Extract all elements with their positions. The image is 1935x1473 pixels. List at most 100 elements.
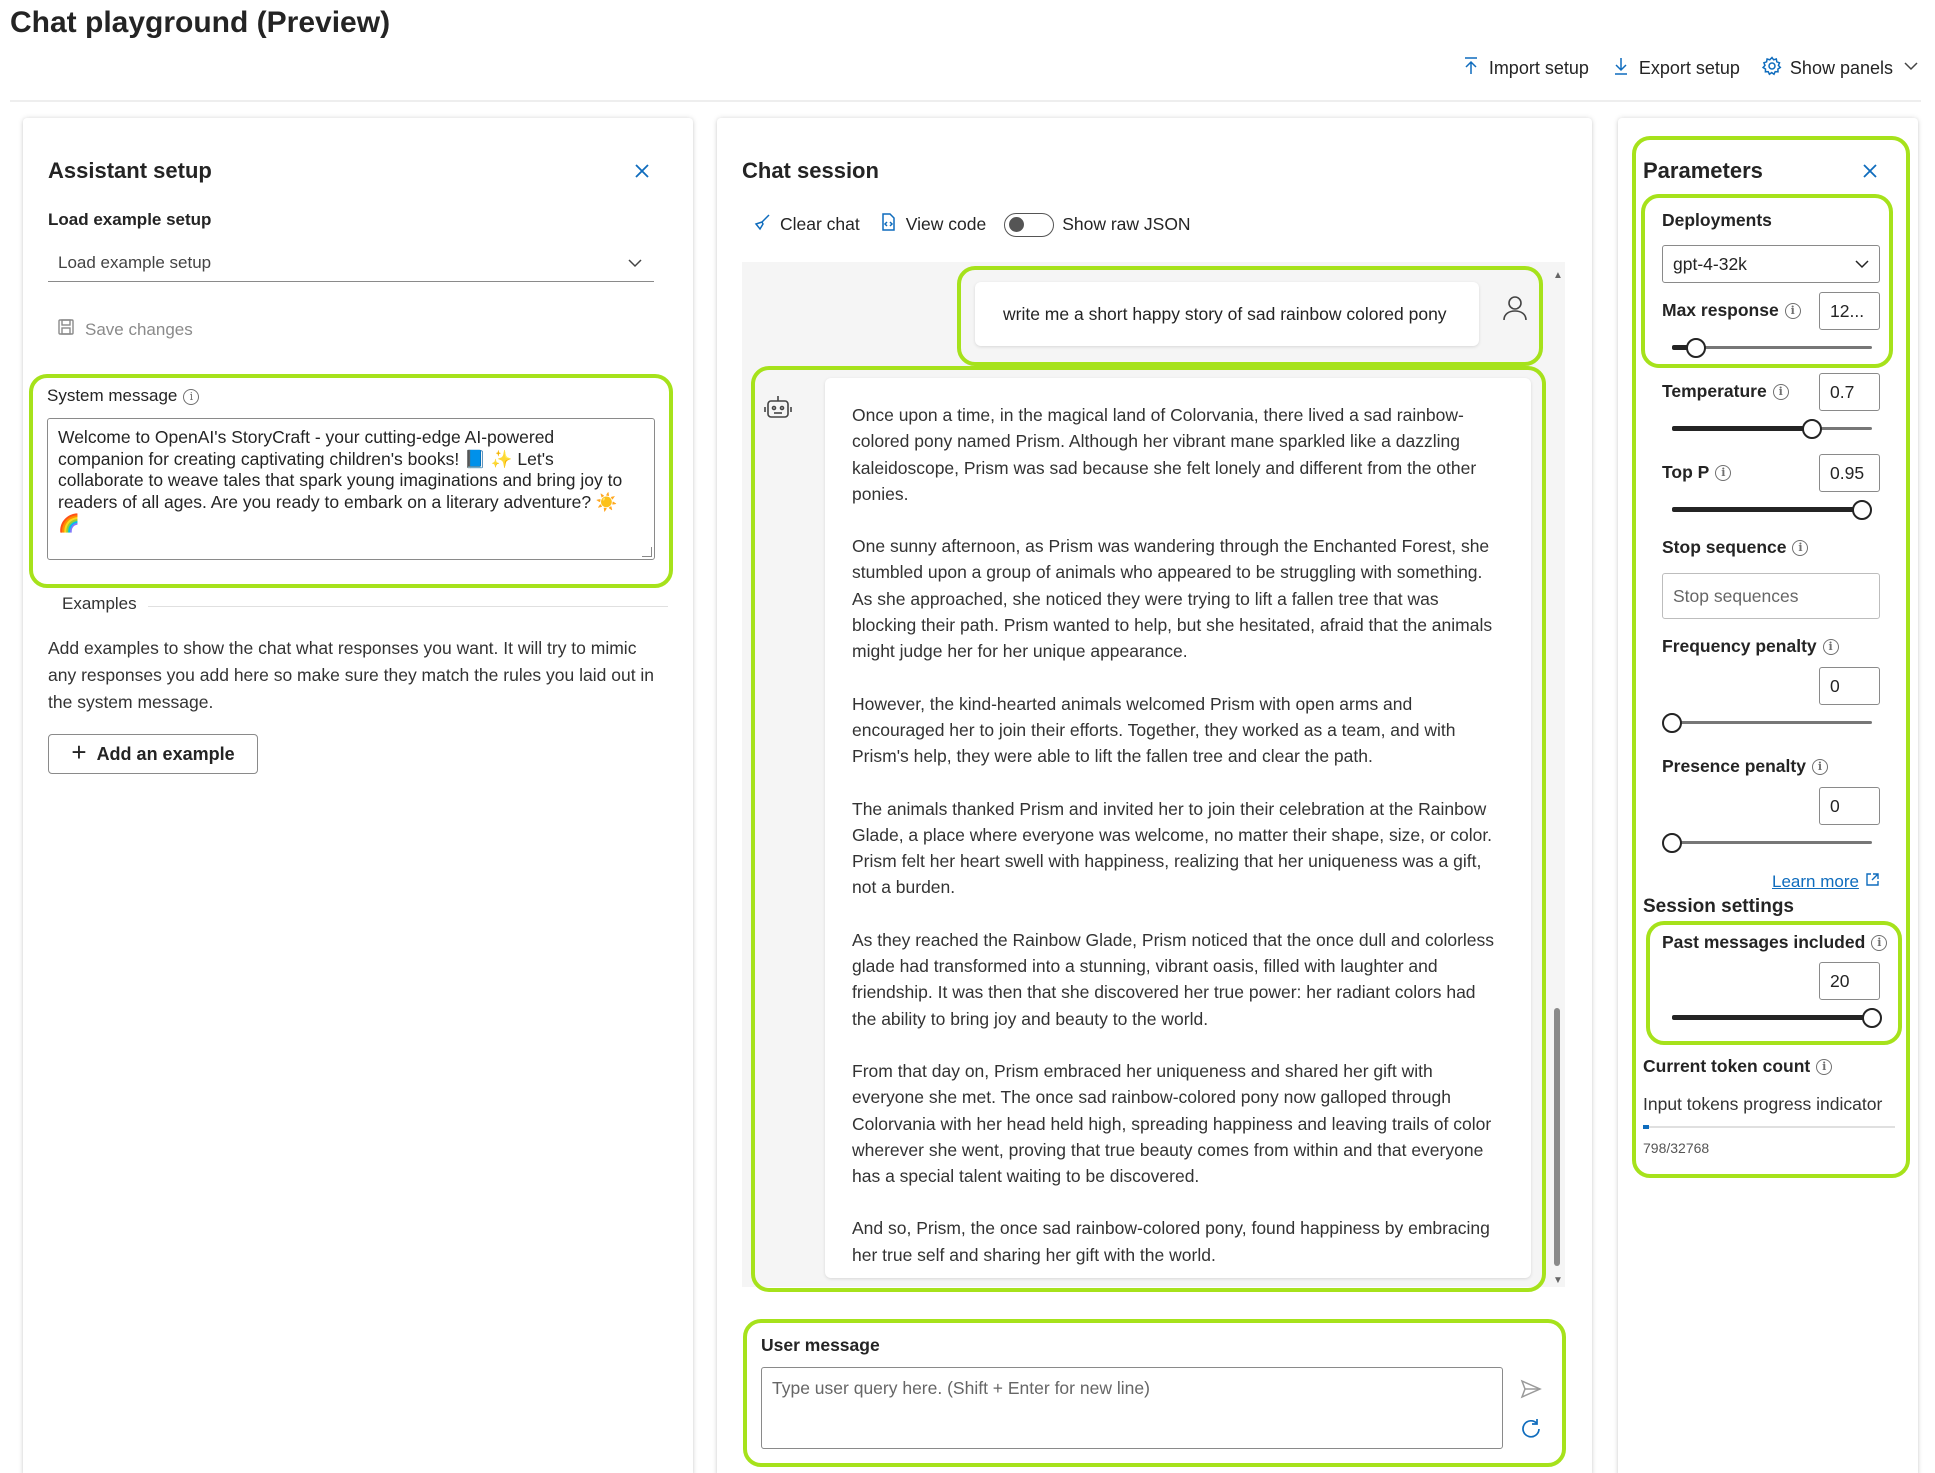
- chat-scrollbar[interactable]: ▲ ▼: [1551, 270, 1565, 1286]
- deployment-value: gpt-4-32k: [1673, 253, 1747, 274]
- add-example-button[interactable]: + Add an example: [48, 734, 258, 774]
- user-message-section: User message Type user query here. (Shif…: [743, 1319, 1566, 1467]
- examples-description: Add examples to show the chat what respo…: [48, 638, 655, 712]
- stop-sequence-label: Stop sequence i: [1662, 537, 1809, 558]
- scroll-up-icon[interactable]: ▲: [1553, 270, 1563, 281]
- temperature-label: Temperature i: [1662, 381, 1789, 402]
- story-paragraph: However, the kind-hearted animals welcom…: [852, 693, 1456, 767]
- download-icon: [1611, 56, 1631, 81]
- assistant-setup-title: Assistant setup: [48, 158, 212, 183]
- view-code-label: View code: [905, 214, 987, 234]
- view-code-button[interactable]: View code: [878, 212, 986, 237]
- header-divider: [10, 100, 1921, 102]
- resize-handle-icon[interactable]: [642, 547, 652, 557]
- slider-thumb[interactable]: [1852, 500, 1872, 520]
- past-messages-label: Past messages included i: [1662, 932, 1888, 953]
- user-message-input[interactable]: Type user query here. (Shift + Enter for…: [761, 1367, 1503, 1449]
- slider-thumb[interactable]: [1662, 713, 1682, 733]
- broom-icon: [752, 212, 772, 237]
- system-message-textarea[interactable]: Welcome to OpenAI's StoryCraft - your cu…: [47, 418, 655, 560]
- close-setup-icon[interactable]: [631, 160, 653, 182]
- story-paragraph: As they reached the Rainbow Glade, Prism…: [852, 929, 1495, 1029]
- info-icon: i: [1784, 302, 1801, 319]
- toggle-switch[interactable]: [1004, 212, 1055, 237]
- past-messages-input[interactable]: 20: [1819, 962, 1880, 1000]
- chat-toolbar: Clear chat View code Show raw JSON: [752, 212, 1191, 237]
- save-changes-button[interactable]: Save changes: [57, 318, 193, 341]
- story-paragraph: And so, Prism, the once sad rainbow-colo…: [852, 1218, 1490, 1265]
- info-icon: i: [183, 388, 200, 405]
- show-raw-json-toggle[interactable]: Show raw JSON: [1004, 212, 1191, 237]
- user-message-label: User message: [761, 1335, 880, 1355]
- external-link-icon: [1865, 872, 1880, 892]
- top-actions: Import setup Export setup Show panels: [1461, 56, 1921, 81]
- assistant-message-bubble: Once upon a time, in the magical land of…: [825, 378, 1531, 1278]
- presence-penalty-label: Presence penalty i: [1662, 756, 1828, 777]
- load-example-label: Load example setup: [48, 210, 212, 229]
- person-icon: [1501, 294, 1529, 322]
- add-example-label: Add an example: [96, 743, 235, 764]
- temperature-input[interactable]: 0.7: [1819, 373, 1880, 411]
- system-message-section: System message i Welcome to OpenAI's Stor…: [29, 374, 673, 588]
- examples-heading: Examples: [62, 594, 137, 613]
- story-paragraph: From that day on, Prism embraced her uni…: [852, 1060, 1492, 1187]
- import-setup-button[interactable]: Import setup: [1461, 56, 1589, 81]
- stop-sequence-input[interactable]: Stop sequences: [1662, 573, 1880, 619]
- examples-divider: [148, 606, 668, 607]
- chevron-down-icon: [626, 254, 644, 272]
- user-message-bubble: write me a short happy story of sad rain…: [975, 282, 1479, 346]
- story-paragraph: The animals thanked Prism and invited he…: [852, 798, 1493, 898]
- slider-thumb[interactable]: [1686, 338, 1706, 358]
- code-icon: [878, 212, 898, 237]
- export-setup-button[interactable]: Export setup: [1611, 56, 1740, 81]
- temperature-slider[interactable]: [1672, 419, 1872, 439]
- max-response-slider[interactable]: [1672, 338, 1872, 358]
- info-icon: i: [1715, 464, 1732, 481]
- slider-thumb[interactable]: [1802, 419, 1822, 439]
- info-icon: i: [1792, 539, 1809, 556]
- frequency-penalty-slider[interactable]: [1662, 713, 1872, 733]
- top-p-slider[interactable]: [1672, 500, 1872, 520]
- send-icon[interactable]: [1519, 1377, 1543, 1401]
- slider-thumb[interactable]: [1662, 833, 1682, 853]
- max-response-input[interactable]: 12...: [1819, 292, 1880, 330]
- load-example-dropdown[interactable]: Load example setup: [48, 244, 654, 282]
- chat-session-title: Chat session: [742, 158, 879, 183]
- deployments-label: Deployments: [1662, 210, 1772, 230]
- show-panels-button[interactable]: Show panels: [1761, 56, 1921, 81]
- past-messages-slider[interactable]: [1672, 1008, 1882, 1028]
- upload-icon: [1461, 56, 1481, 81]
- info-icon: i: [1811, 758, 1828, 775]
- scroll-thumb[interactable]: [1554, 1008, 1560, 1266]
- user-message-item: write me a short happy story of sad rain…: [957, 266, 1543, 366]
- close-parameters-icon[interactable]: [1859, 160, 1881, 182]
- save-icon: [57, 318, 75, 341]
- plus-icon: +: [71, 737, 87, 767]
- top-p-label: Top Pi: [1662, 462, 1732, 483]
- scroll-down-icon[interactable]: ▼: [1553, 1275, 1563, 1286]
- clear-chat-button[interactable]: Clear chat: [752, 212, 860, 237]
- top-p-input[interactable]: 0.95: [1819, 454, 1880, 492]
- show-raw-json-label: Show raw JSON: [1062, 214, 1191, 234]
- info-icon: i: [1871, 934, 1888, 951]
- refresh-icon[interactable]: [1519, 1417, 1543, 1441]
- token-progress-bar: [1643, 1125, 1895, 1129]
- bot-icon: [763, 392, 793, 422]
- chevron-down-icon: [1901, 56, 1921, 81]
- presence-penalty-input[interactable]: 0: [1819, 787, 1880, 825]
- system-message-label: System message i: [47, 386, 200, 406]
- token-count-title: Current token count i: [1643, 1056, 1833, 1077]
- show-panels-label: Show panels: [1789, 58, 1893, 78]
- import-setup-label: Import setup: [1488, 58, 1589, 78]
- slider-thumb[interactable]: [1862, 1008, 1882, 1028]
- chevron-down-icon: [1853, 255, 1871, 273]
- session-settings-title: Session settings: [1643, 896, 1794, 917]
- page-title: Chat playground (Preview): [10, 6, 391, 39]
- presence-penalty-slider[interactable]: [1662, 833, 1872, 853]
- deployment-select[interactable]: gpt-4-32k: [1662, 245, 1880, 283]
- frequency-penalty-input[interactable]: 0: [1819, 667, 1880, 705]
- info-icon: i: [1822, 638, 1839, 655]
- learn-more-link[interactable]: Learn more: [1772, 872, 1880, 892]
- load-example-value: Load example setup: [58, 252, 212, 272]
- info-icon: i: [1772, 383, 1789, 400]
